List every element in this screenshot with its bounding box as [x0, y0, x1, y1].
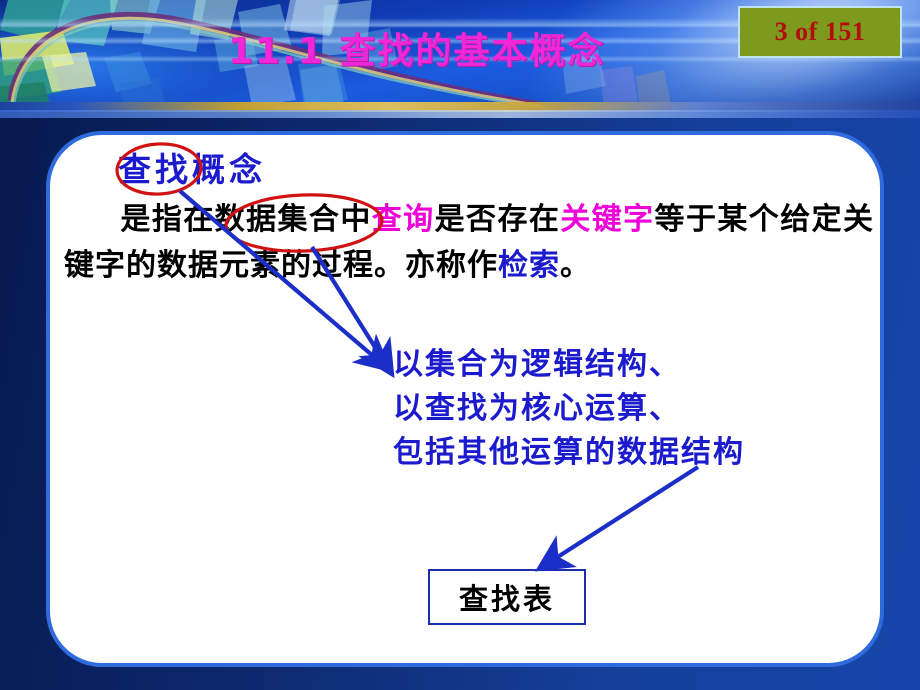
banner-bottom-highlight	[0, 110, 920, 118]
content-card-inner: 查找概念 是指在数据集合中查询是否存在关键字等于某个给定关键字的数据元素的过程。…	[50, 135, 880, 663]
blue-line-2: 以查找为核心运算、	[393, 391, 681, 426]
para-seg-5: 是否存在	[434, 202, 561, 237]
slide-canvas: 11.1 查找的基本概念 3 of 151 查找概念 是指在数据集合中查询是否存…	[0, 0, 920, 690]
para-seg-1: 是指在	[120, 202, 215, 237]
heading-circled-term: 查找	[118, 150, 192, 189]
para-seg-4-query: 查询	[371, 202, 435, 237]
search-table-box: 查找表	[428, 569, 586, 625]
blue-line-3: 包括其他运算的数据结构	[393, 435, 745, 470]
arrow-definition-to-search-table	[534, 465, 700, 572]
para-seg-3: 中	[340, 202, 372, 237]
heading-rest: 概念	[192, 150, 266, 189]
content-heading: 查找概念	[118, 143, 266, 191]
slide-title: 11.1 查找的基本概念	[228, 31, 606, 72]
blue-explanation-block: 以集合为逻辑结构、 以查找为核心运算、 包括其他运算的数据结构	[393, 343, 745, 475]
definition-paragraph: 是指在数据集合中查询是否存在关键字等于某个给定关键字的数据元素的过程。亦称作检索…	[50, 197, 880, 289]
content-card: 查找概念 是指在数据集合中查询是否存在关键字等于某个给定关键字的数据元素的过程。…	[46, 131, 884, 667]
search-table-label: 查找表	[458, 582, 555, 616]
para-seg-9: 。	[560, 248, 591, 283]
blue-line-1: 以集合为逻辑结构、	[393, 347, 681, 382]
page-counter-text: 3 of 151	[774, 17, 866, 46]
para-seg-6-keyword: 关键字	[560, 202, 655, 237]
para-seg-8-retrieval: 检索	[498, 248, 560, 283]
slide-header-banner: 11.1 查找的基本概念 3 of 151	[0, 0, 920, 112]
page-counter-badge: 3 of 151	[738, 6, 902, 58]
para-seg-2-circled: 数据集合	[214, 202, 341, 237]
